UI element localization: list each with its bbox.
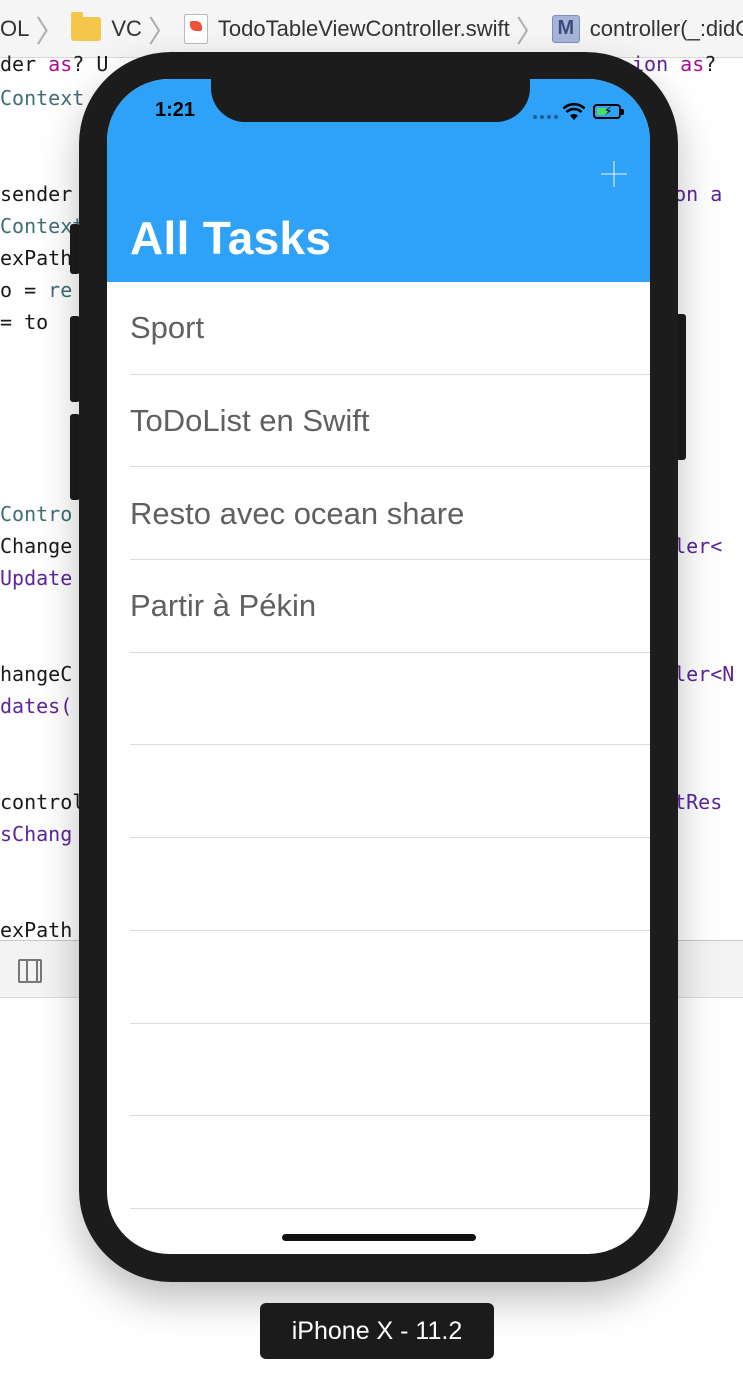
empty-row[interactable] (107, 931, 650, 1024)
code-line: exPath (0, 246, 73, 270)
home-indicator[interactable] (282, 1234, 476, 1241)
toggle-panel-icon[interactable] (18, 959, 42, 983)
empty-row[interactable] (107, 1024, 650, 1117)
code-line: dates( (0, 694, 73, 718)
navigation-bar: 1:21 ⚡ All Tasks (107, 79, 650, 282)
task-row[interactable]: Partir à Pékin (107, 560, 650, 653)
empty-row[interactable] (107, 745, 650, 838)
cellular-signal-icon (533, 115, 559, 119)
chevron-right-icon: 〉 (147, 14, 178, 50)
task-label: Partir à Pékin (130, 588, 317, 624)
notch (211, 79, 530, 122)
simulator-screen: 1:21 ⚡ All Tasks Sport ToDoList en Swift… (107, 79, 650, 1254)
jump-bar: OL 〉 VC 〉 TodoTableViewController.swift … (0, 0, 743, 58)
jumpbar-item-project[interactable]: OL (0, 0, 30, 57)
jumpbar-method-label: controller(_:didCh (589, 15, 743, 41)
jumpbar-file-label: TodoTableViewController.swift (217, 15, 510, 41)
wifi-icon (563, 103, 585, 120)
code-line: Update (0, 566, 73, 590)
task-row[interactable]: ToDoList en Swift (107, 375, 650, 468)
jumpbar-item-file[interactable]: TodoTableViewController.swift (183, 0, 510, 57)
method-icon: M (551, 14, 580, 43)
page-title: All Tasks (130, 212, 332, 264)
code-line: hangeC oller<N (0, 662, 735, 686)
task-row[interactable]: Sport (107, 282, 650, 375)
code-line: sender tion a (0, 182, 723, 206)
task-table[interactable]: Sport ToDoList en Swift Resto avec ocean… (107, 282, 650, 1209)
code-line: Context (0, 86, 85, 110)
code-line: Contro (0, 502, 73, 526)
chevron-right-icon: 〉 (35, 14, 66, 50)
simulator-device-label: iPhone X - 11.2 (260, 1303, 494, 1359)
jumpbar-group-label: VC (111, 15, 142, 41)
battery-charging-icon: ⚡ (593, 104, 624, 119)
jumpbar-item-group[interactable]: VC (71, 0, 142, 57)
jumpbar-project-label: OL (0, 15, 30, 41)
code-line: control estRes (0, 790, 723, 814)
code-line: exPath (0, 918, 73, 942)
plus-icon[interactable] (601, 161, 627, 187)
folder-icon (71, 11, 102, 41)
status-time: 1:21 (155, 99, 196, 121)
code-line: sChang (0, 822, 73, 846)
task-label: ToDoList en Swift (130, 403, 370, 439)
task-label: Sport (130, 310, 205, 346)
task-row[interactable]: Resto avec ocean share (107, 467, 650, 560)
empty-row[interactable] (107, 653, 650, 746)
jumpbar-item-method[interactable]: M controller(_:didCh (551, 0, 743, 57)
chevron-right-icon: 〉 (515, 14, 546, 50)
empty-row[interactable] (107, 838, 650, 931)
task-label: Resto avec ocean share (130, 495, 465, 531)
empty-row[interactable] (107, 1116, 650, 1209)
code-line: der as? Uion as? (0, 52, 717, 76)
code-line: = to (0, 310, 49, 334)
code-line: Change oller< (0, 534, 723, 558)
swift-file-icon (183, 13, 208, 44)
code-line: o = re (0, 278, 73, 302)
